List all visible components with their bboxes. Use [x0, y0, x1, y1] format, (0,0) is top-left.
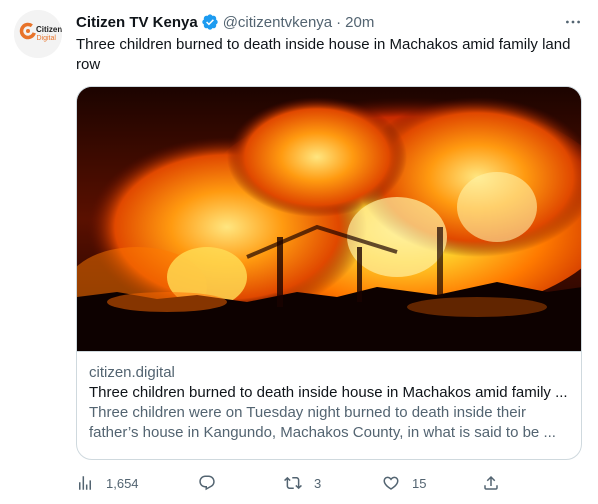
- handle[interactable]: @citizentvkenya: [223, 14, 332, 31]
- reply-button[interactable]: [198, 472, 228, 494]
- views-count: 1,654: [106, 475, 139, 491]
- svg-text:Digital: Digital: [37, 35, 57, 42]
- retweet-count: 3: [314, 475, 322, 491]
- like-count: 15: [412, 475, 427, 491]
- retweet-button[interactable]: 3: [284, 472, 321, 494]
- views-button[interactable]: 1,654: [76, 472, 139, 494]
- reply-bubble-icon: [199, 475, 215, 491]
- card-divider: [77, 351, 581, 352]
- more-options-button[interactable]: [562, 12, 584, 32]
- citizen-digital-logo: Citizen Digital: [14, 10, 62, 58]
- timestamp[interactable]: 20m: [345, 14, 374, 31]
- card-description: Three children were on Tuesday night bur…: [89, 404, 556, 441]
- card-image[interactable]: [77, 87, 581, 351]
- tweet-header: Citizen TV Kenya @citizentvkenya · 20m: [76, 12, 374, 32]
- avatar[interactable]: Citizen Digital: [14, 10, 62, 58]
- tweet-text: Three children burned to death inside ho…: [76, 36, 571, 73]
- display-name[interactable]: Citizen TV Kenya: [76, 14, 198, 31]
- more-horizontal-icon: [566, 20, 580, 24]
- link-card[interactable]: citizen.digital Three children burned to…: [76, 86, 582, 460]
- like-button[interactable]: 15: [382, 472, 426, 494]
- card-domain: citizen.digital: [89, 364, 175, 381]
- card-title: Three children burned to death inside ho…: [89, 384, 568, 401]
- card-body[interactable]: citizen.digital Three children burned to…: [89, 363, 571, 443]
- tweet-article[interactable]: Citizen Digital Citizen TV Kenya @citize…: [0, 0, 598, 504]
- verified-badge-icon: [202, 14, 218, 30]
- retweet-icon: [284, 476, 302, 490]
- share-upload-icon: [484, 475, 498, 490]
- svg-text:Citizen: Citizen: [36, 25, 62, 34]
- separator-dot: ·: [336, 13, 342, 31]
- action-bar: 1,654 3 15: [76, 472, 506, 494]
- house-fire-photo: [77, 87, 581, 351]
- share-button[interactable]: [482, 472, 512, 494]
- heart-icon: [383, 476, 399, 490]
- views-bar-chart-icon: [79, 476, 91, 490]
